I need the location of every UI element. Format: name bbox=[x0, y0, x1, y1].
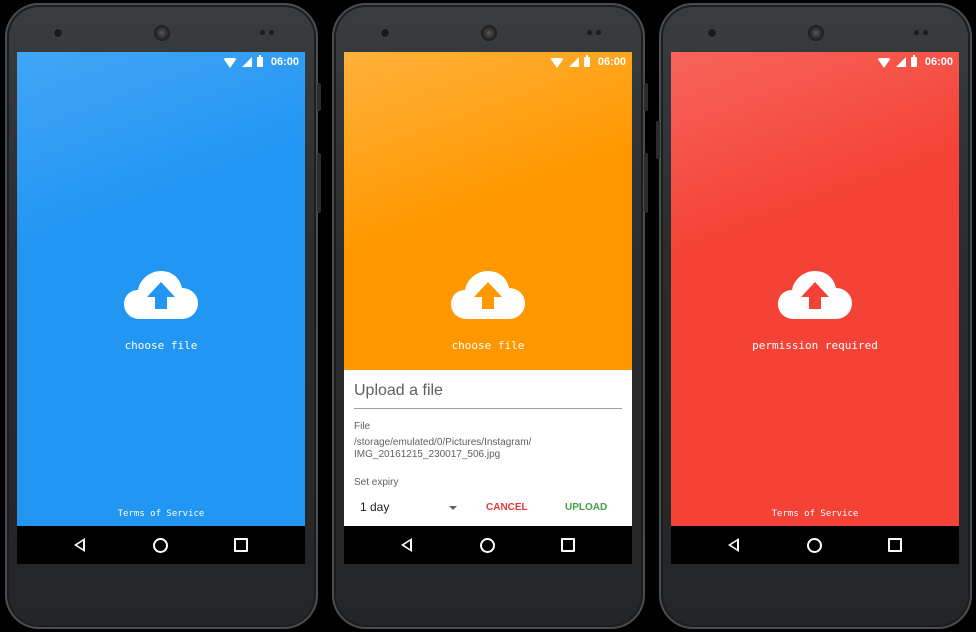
phone-frame-1: 06:00 choose file Terms of Service bbox=[5, 3, 321, 629]
front-camera bbox=[708, 29, 716, 37]
navigation-bar bbox=[671, 526, 959, 564]
battery-icon bbox=[256, 55, 263, 67]
cloud-upload-icon[interactable] bbox=[451, 269, 525, 321]
status-bar: 06:00 bbox=[671, 52, 959, 72]
battery-icon bbox=[583, 55, 590, 67]
home-icon[interactable] bbox=[153, 538, 168, 553]
upload-button[interactable]: UPLOAD bbox=[565, 502, 607, 513]
back-icon[interactable] bbox=[401, 538, 412, 552]
volume-button bbox=[644, 83, 648, 111]
choose-file-label[interactable]: choose file bbox=[344, 339, 632, 352]
wifi-icon bbox=[222, 58, 237, 68]
phone-frame-3: 06:00 permission required Terms of Servi… bbox=[656, 3, 972, 629]
status-time: 06:00 bbox=[270, 56, 299, 68]
expiry-label: Set expiry bbox=[354, 477, 399, 488]
recents-icon[interactable] bbox=[234, 538, 248, 552]
earpiece-speaker bbox=[154, 25, 170, 41]
status-time: 06:00 bbox=[924, 56, 953, 68]
recents-icon[interactable] bbox=[561, 538, 575, 552]
permission-required-label[interactable]: permission required bbox=[671, 339, 959, 352]
light-sensor bbox=[596, 30, 601, 35]
cancel-button[interactable]: CANCEL bbox=[486, 502, 528, 513]
phone-frame-2: 06:00 choose file Upload a file File /st… bbox=[332, 3, 648, 629]
earpiece-speaker bbox=[808, 25, 824, 41]
app-screen-permission-required[interactable]: 06:00 permission required Terms of Servi… bbox=[671, 52, 959, 526]
cloud-upload-icon[interactable] bbox=[124, 269, 198, 321]
choose-file-label[interactable]: choose file bbox=[17, 339, 305, 352]
navigation-bar bbox=[17, 526, 305, 564]
power-button bbox=[317, 153, 321, 213]
upload-dialog: Upload a file File /storage/emulated/0/P… bbox=[344, 370, 632, 526]
terms-of-service-link[interactable]: Terms of Service bbox=[671, 509, 959, 519]
file-path: /storage/emulated/0/Pictures/Instagram/ … bbox=[354, 437, 532, 460]
chevron-down-icon[interactable] bbox=[449, 506, 457, 510]
back-icon[interactable] bbox=[74, 538, 85, 552]
back-icon[interactable] bbox=[728, 538, 739, 552]
expiry-select[interactable]: 1 day bbox=[360, 500, 458, 514]
battery-icon bbox=[910, 55, 917, 67]
cloud-upload-icon[interactable] bbox=[778, 269, 852, 321]
power-button bbox=[644, 153, 648, 213]
status-bar: 06:00 bbox=[344, 52, 632, 72]
status-bar: 06:00 bbox=[17, 52, 305, 72]
home-icon[interactable] bbox=[480, 538, 495, 553]
title-divider bbox=[354, 408, 622, 409]
app-screen-upload-dialog: 06:00 choose file Upload a file File /st… bbox=[344, 52, 632, 526]
screen-2: 06:00 choose file Upload a file File /st… bbox=[344, 52, 632, 564]
side-button bbox=[656, 121, 660, 159]
wifi-icon bbox=[549, 58, 564, 68]
light-sensor bbox=[269, 30, 274, 35]
proximity-sensor bbox=[260, 30, 265, 35]
dialog-title: Upload a file bbox=[354, 382, 443, 399]
screen-3: 06:00 permission required Terms of Servi… bbox=[671, 52, 959, 564]
volume-button bbox=[317, 83, 321, 111]
front-camera bbox=[381, 29, 389, 37]
navigation-bar bbox=[344, 526, 632, 564]
recents-icon[interactable] bbox=[888, 538, 902, 552]
proximity-sensor bbox=[914, 30, 919, 35]
screen-1: 06:00 choose file Terms of Service bbox=[17, 52, 305, 564]
signal-icon bbox=[895, 57, 906, 67]
signal-icon bbox=[568, 57, 579, 67]
file-label: File bbox=[354, 421, 371, 432]
proximity-sensor bbox=[587, 30, 592, 35]
status-time: 06:00 bbox=[597, 56, 626, 68]
home-icon[interactable] bbox=[807, 538, 822, 553]
front-camera bbox=[54, 29, 62, 37]
app-screen-choose-file[interactable]: 06:00 choose file Terms of Service bbox=[17, 52, 305, 526]
light-sensor bbox=[923, 30, 928, 35]
wifi-icon bbox=[876, 58, 891, 68]
signal-icon bbox=[241, 57, 252, 67]
terms-of-service-link[interactable]: Terms of Service bbox=[17, 509, 305, 519]
earpiece-speaker bbox=[481, 25, 497, 41]
